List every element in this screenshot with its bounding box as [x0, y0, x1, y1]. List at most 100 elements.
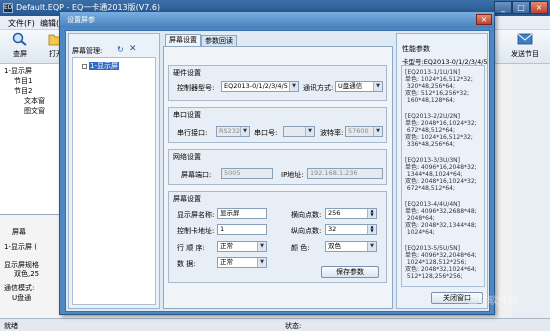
height-label: 纵向点数: [291, 227, 322, 235]
height-value: 32 [328, 225, 337, 233]
refresh-icon[interactable]: ↻ [117, 45, 127, 54]
color-select[interactable]: 双色 ▼ [325, 241, 377, 252]
param-block: [EQ2013-5/5U/5N] 单色: 4096*32,2048*64; 10… [405, 245, 477, 280]
dialog-close-icon[interactable]: × [476, 14, 492, 25]
serial-port-select[interactable]: RS232 ▼ [216, 126, 250, 137]
tab-screen-settings[interactable]: 屏幕设置 [165, 34, 201, 46]
chevron-down-icon: ▼ [240, 127, 249, 136]
expand-icon[interactable] [82, 63, 87, 69]
main-close-button[interactable]: × [530, 1, 548, 14]
tree-item-program2[interactable]: 节目2 [14, 86, 32, 96]
color-value: 双色 [328, 242, 341, 250]
serial-id-select[interactable]: ▼ [283, 126, 315, 137]
app-icon: ED [3, 3, 13, 13]
tree-item-program1[interactable]: 节目1 [14, 76, 32, 86]
card-model-value: EQ2013-0/1/2/3/4/5 [224, 82, 288, 90]
chevron-down-icon: ▼ [257, 242, 266, 251]
program-tree: 1-显示屏 节目1 节目2 文本窗 图文窗 [0, 64, 62, 214]
toolbar-send-label: 发送节目 [511, 50, 539, 58]
serial-port-label: 串行接口: [177, 129, 208, 137]
serial-group-title: 串口设置 [173, 111, 201, 119]
status-bar: 就绪 状态: [0, 318, 550, 331]
chevron-down-icon: ▼ [373, 127, 382, 136]
comm-mode-select[interactable]: U盘通信 ▼ [335, 81, 383, 92]
screen-manager-pane: 屏幕管理: ↻ ✕ 1-显示屏 [68, 33, 160, 309]
tree-item-screen[interactable]: 1-显示屏 [4, 66, 32, 76]
search-icon [12, 32, 27, 46]
row-order-select[interactable]: 正常 ▼ [217, 241, 267, 252]
baud-rate-label: 波特率: [320, 129, 344, 137]
param-block: [EQ2013-3/3U/3N] 单色: 4096*16,2048*32; 13… [405, 157, 477, 192]
screen-info-panel: 屏幕 1-显示屏 ( 显示屏规格 双色,25 通信模式: U盘通 [0, 214, 62, 318]
comm-mode-label: 通讯方式: [303, 84, 334, 92]
chevron-down-icon: ▼ [257, 258, 266, 267]
performance-header: 性能参数 [402, 45, 430, 53]
screen-name-label: 显示屏名称: [177, 211, 215, 219]
performance-params-list: [EQ2013-1/1U/1N] 单色: 1024*16,512*32; 320… [401, 65, 485, 287]
screen-tree: 1-显示屏 [72, 57, 156, 305]
menu-file[interactable]: 文件(F) [8, 18, 35, 29]
maximize-button[interactable]: □ [512, 1, 530, 14]
color-label: 颜 色: [291, 244, 310, 252]
network-group-title: 网络设置 [173, 153, 201, 161]
chevron-down-icon: ▼ [367, 242, 376, 251]
row-order-value: 正常 [220, 242, 233, 250]
screen-port-input[interactable]: 5005 [221, 168, 273, 179]
width-stepper[interactable]: 256 ▲ ▼ [325, 208, 377, 219]
screen-tree-node[interactable]: 1-显示屏 [82, 61, 119, 71]
right-strip [512, 64, 550, 318]
status-ready: 就绪 [4, 322, 18, 330]
screen-settings-page: 硬件设置 控制器型号: EQ2013-0/1/2/3/4/5 ▼ 通讯方式: U盘… [163, 46, 393, 309]
toolbar-search-label: 查屏 [13, 50, 27, 58]
screen-port-label: 屏幕端口: [181, 171, 212, 179]
screen-tree-node-label: 1-显示屏 [89, 62, 119, 70]
tab-param-readback[interactable]: 参数回读 [201, 35, 237, 46]
dialog-body: 屏幕管理: ↻ ✕ 1-显示屏 屏幕设置 参数回读 硬件设置 控制器型号: EQ… [65, 30, 490, 312]
screen-params-dialog: 设置屏参 × 屏幕管理: ↻ ✕ 1-显示屏 屏幕设置 参数回读 硬件设置 控制… [59, 11, 495, 315]
param-block: [EQ2013-1/1U/1N] 单色: 1024*16,512*32; 320… [405, 69, 473, 104]
delete-icon[interactable]: ✕ [129, 44, 139, 54]
data-polarity-label: 数 据: [177, 260, 196, 268]
baud-rate-select[interactable]: 57600 ▼ [345, 126, 383, 137]
toolbar-send-button[interactable]: 发送节目 [502, 32, 548, 62]
screen-name-input[interactable]: 显示屏 [217, 208, 267, 219]
screen-info-line: 双色,25 [14, 270, 40, 278]
stepper-arrows-icon[interactable]: ▲ ▼ [367, 209, 376, 218]
param-block: [EQ2013-4/4U/4N] 单色: 4096*32,2688*48; 20… [405, 201, 477, 236]
stepper-arrows-icon[interactable]: ▲ ▼ [367, 225, 376, 234]
dialog-title: 设置屏参 [67, 16, 95, 24]
card-address-label: 控制卡地址: [177, 227, 215, 235]
width-label: 横向点数: [291, 211, 322, 219]
chevron-down-icon: ▼ [289, 82, 298, 91]
screen-group-title: 屏幕设置 [173, 195, 201, 203]
ip-address-input[interactable]: 192.168.1.236 [307, 168, 383, 179]
screen-manager-label: 屏幕管理: [72, 47, 103, 55]
chevron-down-icon: ▼ [305, 127, 314, 136]
card-address-input[interactable]: 1 [217, 224, 267, 235]
tree-item-image-window[interactable]: 图文窗 [24, 106, 45, 116]
data-polarity-value: 正常 [220, 258, 233, 266]
param-block: [EQ2013-2/2U/2N] 单色: 2048*16,1024*32; 67… [405, 113, 477, 148]
comm-mode-value: U盘通信 [338, 82, 363, 90]
screen-info-line: U盘通 [12, 294, 32, 302]
watermark: 三联软件园 [468, 296, 518, 307]
data-polarity-select[interactable]: 正常 ▼ [217, 257, 267, 268]
screen-panel-header: 屏幕 [12, 228, 26, 236]
dialog-titlebar: 设置屏参 × [60, 12, 494, 28]
chevron-down-icon: ▼ [373, 82, 382, 91]
baud-rate-value: 57600 [348, 127, 369, 135]
width-value: 256 [328, 209, 341, 217]
tree-item-text-window[interactable]: 文本窗 [24, 96, 45, 106]
performance-pane: 性能参数 卡型号:EQ2013-0/1/2/3/4/5 [EQ2013-1/1U… [396, 33, 488, 309]
save-params-button[interactable]: 保存参数 [321, 266, 379, 278]
minimize-button[interactable]: _ [494, 1, 512, 14]
height-stepper[interactable]: 32 ▲ ▼ [325, 224, 377, 235]
screen-info-line: 通信模式: [4, 284, 35, 292]
toolbar-search-button[interactable]: 查屏 [0, 32, 40, 62]
screen-group: 屏幕设置 显示屏名称: 显示屏 横向点数: 256 ▲ ▼ 控制卡地址: 1 纵向点… [168, 191, 387, 283]
hardware-group-title: 硬件设置 [173, 69, 201, 77]
card-model-select[interactable]: EQ2013-0/1/2/3/4/5 ▼ [221, 81, 299, 92]
hardware-group: 硬件设置 控制器型号: EQ2013-0/1/2/3/4/5 ▼ 通讯方式: U盘… [168, 65, 387, 101]
settings-tabs: 屏幕设置 参数回读 硬件设置 控制器型号: EQ2013-0/1/2/3/4/5… [163, 33, 393, 309]
serial-port-value: RS232 [219, 127, 241, 135]
